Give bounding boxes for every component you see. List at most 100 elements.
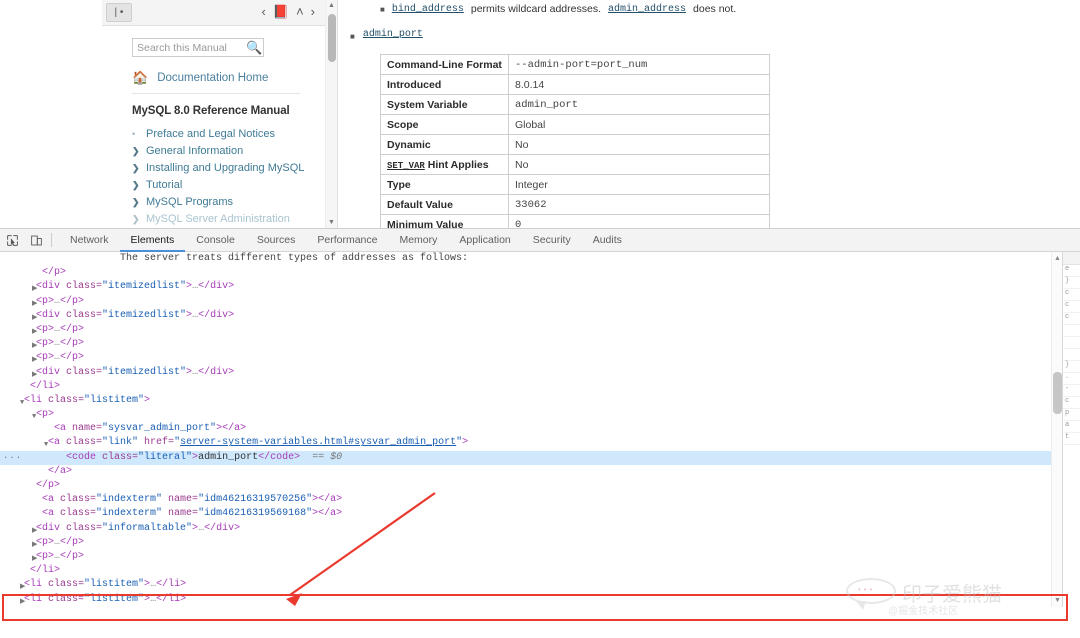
dom-node[interactable]: <a class="indexterm" name="idm4621631957… — [0, 493, 1062, 507]
sidebar-scroll-thumb[interactable] — [328, 14, 336, 62]
devtools-body: The server treats different types of add… — [0, 252, 1080, 607]
bind-address-link[interactable]: bind_address — [392, 2, 464, 17]
dom-node[interactable]: <p> — [0, 408, 1062, 422]
devtools-tab-network[interactable]: Network — [59, 229, 120, 252]
dom-tree[interactable]: The server treats different types of add… — [0, 252, 1062, 607]
manual-search-input[interactable] — [137, 39, 241, 56]
dom-node[interactable]: <p>…</p> — [0, 351, 1062, 365]
sidebar-toc-item[interactable]: ❯ Installing and Upgrading MySQL — [132, 160, 310, 177]
table-cell-value: Global — [508, 114, 770, 135]
devtools-tab-console[interactable]: Console — [185, 229, 246, 252]
dom-node[interactable]: </p> — [0, 266, 1062, 280]
table-cell-key: Dynamic — [380, 134, 509, 155]
sidebar-toc-item[interactable]: ❯ General Information — [132, 143, 310, 160]
table-row: System Variable admin_port — [380, 94, 770, 115]
scroll-down-arrow-icon[interactable]: ▼ — [328, 219, 335, 226]
sidebar-pin-icon[interactable]: | • — [106, 3, 132, 22]
dom-token-tg: <div — [36, 281, 67, 293]
devtools-tab-memory[interactable]: Memory — [388, 229, 448, 252]
sidebar-toc-item[interactable]: ❯ MySQL Programs — [132, 194, 310, 211]
dom-node-selected[interactable]: <code class="literal">admin_port</code> … — [0, 450, 1062, 465]
devtools-toolbar: Network Elements Console Sources Performance… — [0, 229, 1080, 252]
bullet-square-icon: ■ — [350, 32, 355, 41]
sidebar-toc-item-label: Tutorial — [146, 179, 183, 191]
table-cell-value: 8.0.14 — [508, 74, 770, 95]
sidebar-toc-item[interactable]: ❯ MySQL Server Administration — [132, 211, 310, 228]
dom-node-markup: <p> — [0, 409, 54, 420]
dom-node[interactable]: <p>…</p> — [0, 323, 1062, 337]
dom-node[interactable]: <div class="informaltable">…</div> — [0, 522, 1062, 536]
dom-node[interactable]: <a class="indexterm" name="idm4621631956… — [0, 507, 1062, 521]
admin-address-link[interactable]: admin_address — [608, 2, 686, 17]
dom-node[interactable]: <p>…</p> — [0, 337, 1062, 351]
nav-book-icon[interactable]: 📕 — [273, 2, 289, 22]
table-cell-key: Type — [380, 174, 509, 195]
dom-node[interactable]: <li class="listitem">…</li> — [0, 578, 1062, 592]
scroll-up-arrow-icon[interactable]: ▲ — [328, 2, 335, 9]
dom-token-tg: <li — [24, 579, 49, 591]
search-icon[interactable]: 🔍 — [246, 40, 262, 55]
sidebar-toc-item-label: General Information — [146, 145, 244, 157]
manual-search-box[interactable]: 🔍 — [132, 38, 264, 57]
styles-rule-line: c — [1063, 301, 1080, 313]
dom-node[interactable]: The server treats different types of add… — [0, 252, 1062, 266]
dom-scroll-thumb[interactable] — [1053, 372, 1062, 414]
nav-next-icon[interactable]: › — [311, 2, 315, 22]
dom-node[interactable]: <div class="itemizedlist">…</div> — [0, 280, 1062, 294]
table-cell-value: admin_port — [508, 94, 770, 115]
chevron-right-icon: ❯ — [132, 180, 140, 190]
dom-node[interactable]: <p>…</p> — [0, 295, 1062, 309]
devtools-tab-elements[interactable]: Elements — [120, 229, 186, 252]
table-cell-key: Command-Line Format — [380, 54, 509, 75]
devtools-tab-application[interactable]: Application — [448, 229, 521, 252]
dom-node-markup: <p>…</p> — [0, 537, 84, 548]
sidebar-nav-icons: ‹ 📕 ˄ › — [262, 2, 315, 22]
dom-node[interactable]: </li> — [0, 380, 1062, 394]
documentation-home-link[interactable]: Documentation Home — [157, 72, 268, 84]
styles-rule-line: c — [1063, 289, 1080, 301]
dom-node[interactable]: <li class="listitem">…</li> — [0, 593, 1062, 607]
styles-rule-line: } — [1063, 361, 1080, 373]
dom-token-tg: </code> — [258, 451, 301, 463]
nav-up-icon[interactable]: ˄ — [296, 2, 304, 22]
sidebar-scrollbar[interactable]: ▲ ▼ — [325, 0, 337, 228]
sidebar-toc-item[interactable]: • Preface and Legal Notices — [132, 126, 310, 143]
styles-rule-line: p — [1063, 409, 1080, 421]
admin-port-properties-table: Command-Line Format --admin-port=port_num… — [380, 54, 770, 228]
dom-token-at: href= — [138, 437, 175, 449]
devtools-tab-performance[interactable]: Performance — [306, 229, 388, 252]
dom-tree-scrollbar[interactable]: ▲ ▼ — [1051, 252, 1062, 607]
dom-token-at: class= — [66, 281, 103, 293]
dom-node[interactable]: <a name="sysvar_admin_port"></a> — [0, 422, 1062, 436]
dom-node[interactable]: </a> — [0, 465, 1062, 479]
sidebar-toc-item[interactable]: ❯ Tutorial — [132, 177, 310, 194]
dom-token-at: class= — [102, 451, 139, 463]
devtools-tab-security[interactable]: Security — [522, 229, 582, 252]
dom-node[interactable]: <p>…</p> — [0, 536, 1062, 550]
dom-node-markup: </a> — [0, 466, 72, 477]
nav-prev-icon[interactable]: ‹ — [262, 2, 266, 22]
dom-scroll-down-icon[interactable]: ▼ — [1054, 597, 1061, 604]
dom-node[interactable]: </li> — [0, 564, 1062, 578]
dom-token-tg: </div> — [198, 366, 235, 378]
dom-node[interactable]: <a class="link" href="server-system-vari… — [0, 436, 1062, 450]
dom-scroll-up-icon[interactable]: ▲ — [1054, 255, 1061, 262]
dom-node[interactable]: <p>…</p> — [0, 550, 1062, 564]
documentation-home-row[interactable]: 🏠 Documentation Home — [132, 71, 300, 94]
inspect-element-icon[interactable] — [0, 229, 24, 251]
admin-port-anchor-link[interactable]: admin_port — [363, 29, 423, 44]
device-toolbar-icon[interactable] — [24, 229, 48, 251]
table-cell-key: System Variable — [380, 94, 509, 115]
dom-overflow-marker: ··· — [3, 452, 23, 463]
dom-node[interactable]: </p> — [0, 479, 1062, 493]
chevron-right-icon[interactable] — [20, 595, 25, 608]
dom-node-markup: <p>…</p> — [0, 324, 84, 335]
dom-node[interactable]: <li class="listitem"> — [0, 394, 1062, 408]
devtools-tab-audits[interactable]: Audits — [582, 229, 633, 252]
dom-token-pn: admin_port — [198, 451, 259, 463]
table-cell-value: 0 — [508, 214, 770, 228]
dom-node[interactable]: <div class="itemizedlist">…</div> — [0, 309, 1062, 323]
devtools-tab-sources[interactable]: Sources — [246, 229, 307, 252]
dom-token-tg: <p> — [36, 409, 55, 421]
dom-node[interactable]: <div class="itemizedlist">…</div> — [0, 366, 1062, 380]
